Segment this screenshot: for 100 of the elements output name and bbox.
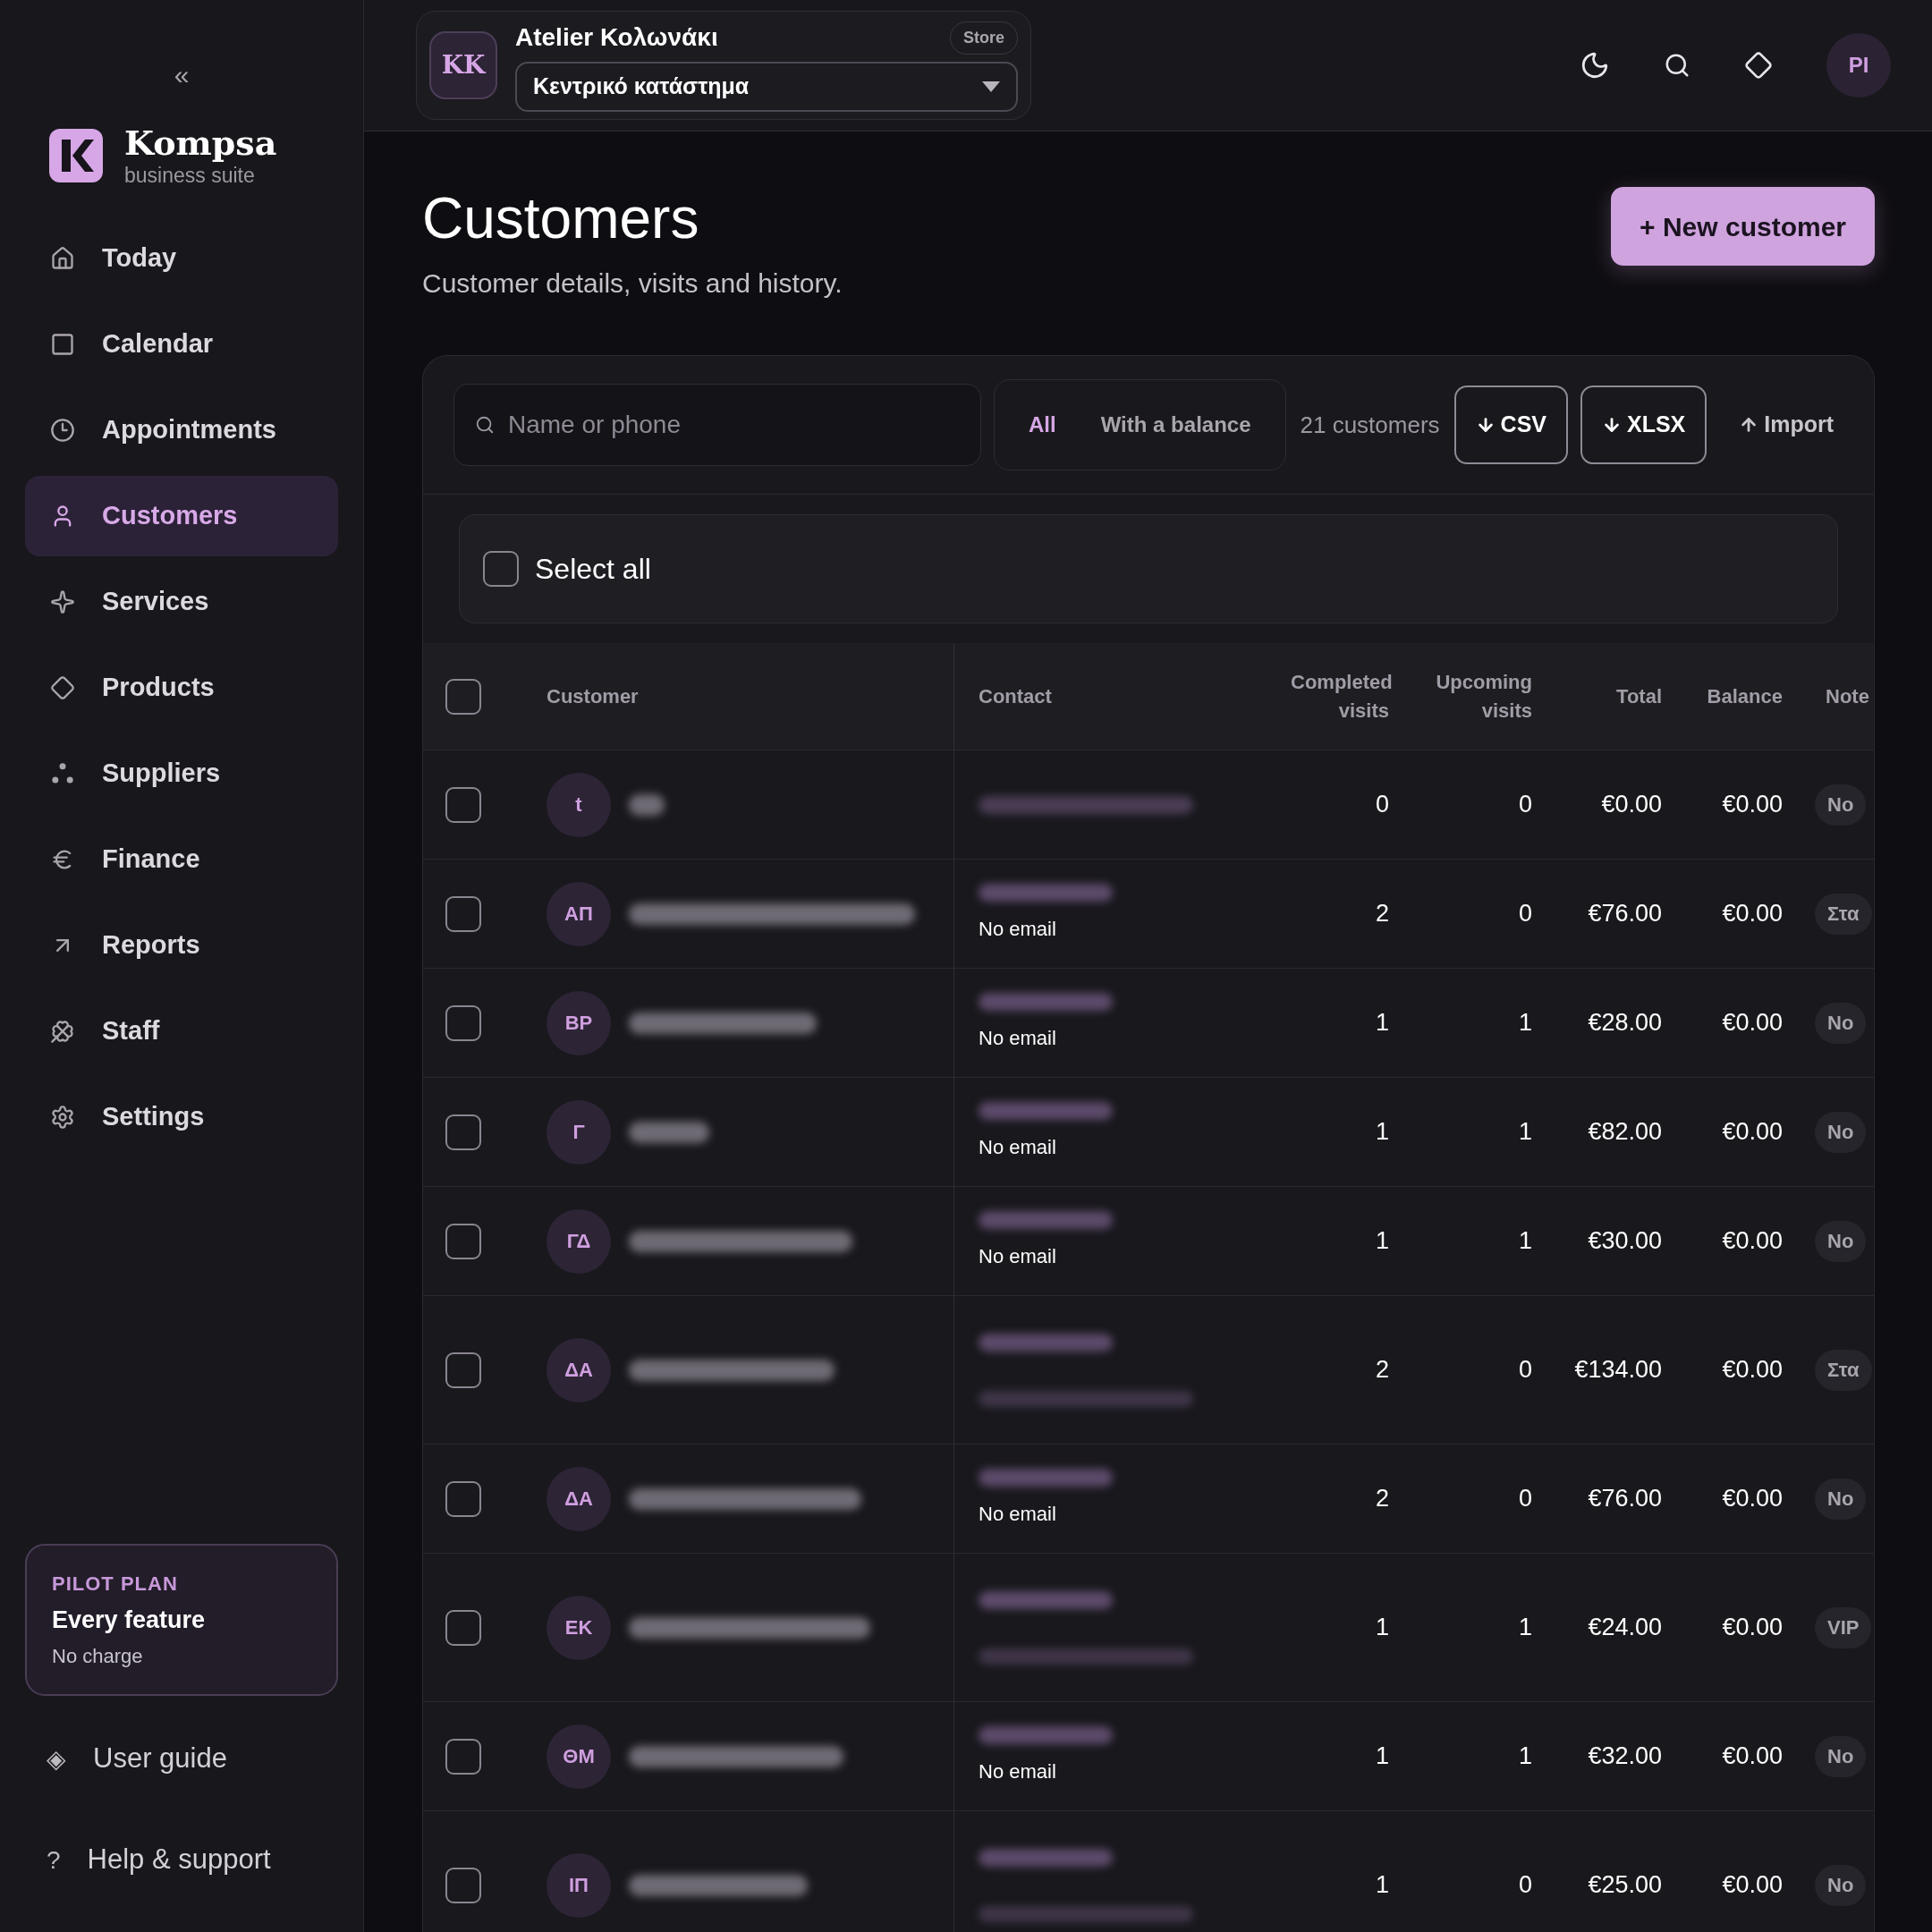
search-button[interactable] (1664, 52, 1690, 79)
theme-toggle[interactable] (1580, 50, 1610, 80)
customer-avatar: ΙΠ (547, 1852, 611, 1918)
table-cell-text: 1 (1375, 1226, 1389, 1257)
table-cell-text: 2 (1375, 1484, 1389, 1514)
checkbox[interactable] (445, 1352, 481, 1388)
footer-link-label: Help & support (87, 1843, 271, 1877)
contact-email: No email (979, 1135, 1057, 1160)
note-tag: Στα (1815, 1349, 1872, 1391)
table-cell-text: 1 (1375, 1613, 1389, 1643)
filter-tab[interactable]: With a balance (1084, 398, 1267, 452)
column-header: Upcoming visits (1435, 669, 1532, 724)
location-select[interactable]: Κεντρικό κατάστημα (515, 62, 1018, 112)
table-cell-text: €24.00 (1588, 1613, 1662, 1643)
table-cell-text: 0 (1375, 790, 1389, 820)
table-cell-text: €0.00 (1722, 1117, 1783, 1148)
checkbox[interactable] (483, 551, 519, 587)
store-selector[interactable]: KK Atelier Κολωνάκι Store Κεντρικό κατάστημα (416, 11, 1031, 120)
note-tag: No (1815, 1478, 1867, 1520)
settings-icon (50, 1105, 75, 1130)
table-cell-text: 1 (1375, 1741, 1389, 1772)
plan-title: Every feature (52, 1605, 207, 1635)
footer-link[interactable]: ? Help & support (25, 1809, 338, 1911)
checkbox[interactable] (445, 1609, 481, 1646)
brand-name: Kompsa (124, 123, 277, 163)
table-row[interactable]: Γ No email 1 1 €82.00 €0.00 No (423, 1078, 1874, 1187)
nav-item[interactable]: Staff (25, 991, 338, 1072)
nav-item[interactable]: Calendar (25, 304, 338, 385)
table-cell-text: 0 (1518, 899, 1532, 929)
table-row[interactable]: ΓΔ No email 1 1 €30.00 €0.00 No (423, 1187, 1874, 1296)
table-row[interactable]: ΔΑ No email 2 0 €76.00 €0.00 No (423, 1445, 1874, 1554)
nav-item[interactable]: Products (25, 648, 338, 728)
nav-item[interactable]: Customers (25, 476, 338, 556)
logo-icon (49, 129, 103, 182)
collapse-button[interactable]: « (174, 55, 190, 95)
table-cell-text: 0 (1518, 1484, 1532, 1514)
diamond-icon: ◈ (47, 1740, 66, 1778)
note-tag: No (1815, 1864, 1867, 1906)
table-row[interactable]: ΒΡ No email 1 1 €28.00 €0.00 No (423, 969, 1874, 1078)
new-customer-button[interactable]: + New customer (1611, 187, 1875, 266)
note-tag: No (1815, 784, 1867, 826)
home-icon (50, 246, 75, 271)
table-cell-text: €76.00 (1588, 1484, 1662, 1514)
column-header: Contact (979, 684, 1052, 709)
table-cell-text: €0.00 (1722, 1226, 1783, 1257)
sparkle-icon (50, 589, 75, 614)
question-icon: ? (47, 1841, 61, 1879)
nav-item[interactable]: Services (25, 562, 338, 642)
table-cell-text: €25.00 (1588, 1870, 1662, 1901)
search-field[interactable]: Name or phone (453, 384, 981, 466)
checkbox[interactable] (445, 786, 481, 823)
nav-item[interactable]: Suppliers (25, 733, 338, 814)
checkbox[interactable] (445, 678, 481, 715)
square-icon (50, 332, 75, 357)
nav-item[interactable]: Settings (25, 1077, 338, 1157)
plan-label: PILOT PLAN (52, 1571, 179, 1597)
checkbox[interactable] (445, 1738, 481, 1775)
note-tag: VIP (1815, 1606, 1872, 1648)
export-button[interactable]: XLSX (1580, 386, 1707, 464)
table-cell-text: €28.00 (1588, 1008, 1662, 1038)
user-avatar[interactable]: PI (1826, 33, 1891, 97)
page-subtitle: Customer details, visits and history. (422, 267, 843, 300)
filter-tab[interactable]: All (1013, 398, 1072, 452)
customer-avatar: ΕΚ (547, 1595, 611, 1660)
table-cell-text: 0 (1518, 1870, 1532, 1901)
clover-icon (50, 1019, 75, 1044)
import-button[interactable]: Import (1719, 386, 1854, 464)
nav-item[interactable]: Finance (25, 819, 338, 900)
table-cell-text: €32.00 (1588, 1741, 1662, 1772)
nav-item[interactable]: Today (25, 218, 338, 299)
table-cell-text: 1 (1518, 1117, 1532, 1148)
nav-item[interactable]: Reports (25, 905, 338, 986)
table-cell-text: 2 (1375, 1355, 1389, 1385)
customer-avatar: ΘΜ (547, 1724, 611, 1789)
note-tag: No (1815, 1220, 1867, 1262)
column-header: Note (1826, 684, 1869, 709)
table-cell-text: 1 (1518, 1226, 1532, 1257)
checkbox[interactable] (445, 1114, 481, 1150)
diamond-button[interactable] (1744, 51, 1773, 80)
table-row[interactable]: ΑΠ No email 2 0 €76.00 €0.00 Στα (423, 860, 1874, 969)
table-row[interactable]: t 0 0 €0.00 €0.00 No (423, 750, 1874, 860)
table-row[interactable]: ΘΜ No email 1 1 €32.00 €0.00 No (423, 1702, 1874, 1811)
contact-email: No email (979, 1759, 1057, 1784)
checkbox[interactable] (445, 1867, 481, 1903)
column-header: Customer (547, 684, 639, 709)
table-cell-text: 1 (1518, 1613, 1532, 1643)
checkbox[interactable] (445, 1480, 481, 1517)
table-cell-text: 1 (1518, 1008, 1532, 1038)
contact-email: No email (979, 1502, 1057, 1527)
table-row[interactable]: ΕΚ 1 1 €24.00 €0.00 VIP (423, 1554, 1874, 1702)
export-button[interactable]: CSV (1453, 386, 1568, 464)
checkbox[interactable] (445, 895, 481, 932)
nav-item[interactable]: Appointments (25, 390, 338, 470)
checkbox[interactable] (445, 1223, 481, 1259)
checkbox[interactable] (445, 1004, 481, 1041)
footer-link[interactable]: ◈ User guide (25, 1708, 338, 1809)
search-icon (475, 415, 495, 435)
table-row[interactable]: ΔΑ 2 0 €134.00 €0.00 Στα (423, 1296, 1874, 1445)
page-title: Customers (422, 186, 700, 250)
clock-icon (50, 418, 75, 443)
